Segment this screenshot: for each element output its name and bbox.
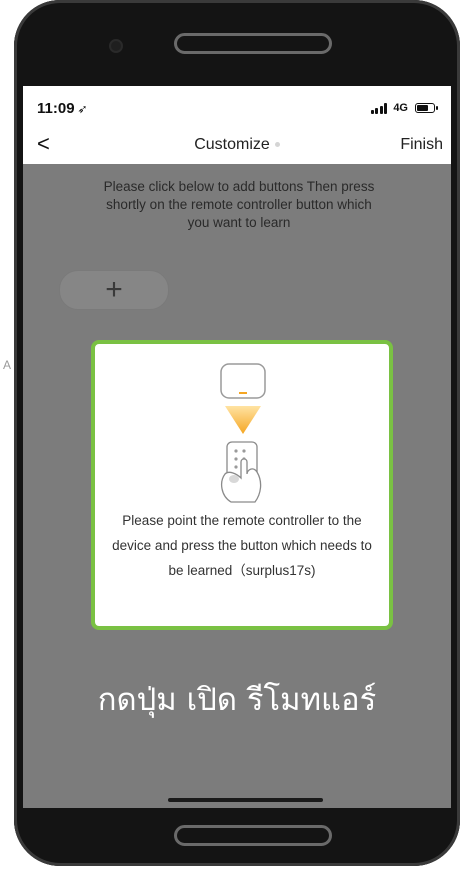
front-camera bbox=[109, 39, 123, 53]
top-speaker bbox=[174, 33, 332, 54]
location-arrow-icon: ➶ bbox=[77, 102, 88, 116]
learning-dialog: Please point the remote controller to th… bbox=[91, 340, 393, 630]
page-title: Customize bbox=[23, 136, 451, 154]
finish-button[interactable]: Finish bbox=[400, 136, 443, 154]
battery-icon bbox=[415, 103, 438, 113]
plus-icon: + bbox=[105, 273, 123, 306]
remote-pointing-at-device-icon bbox=[220, 363, 266, 503]
nav-bar: < Customize Finish bbox=[23, 128, 451, 164]
status-time: 11:09 ➶ bbox=[37, 100, 88, 117]
page-title-text: Customize bbox=[194, 136, 270, 153]
learning-dialog-body: Please point the remote controller to th… bbox=[95, 344, 389, 626]
thai-caption: กดปุ่ม เปิด รีโมทแอร์ bbox=[97, 682, 377, 718]
add-button[interactable]: + bbox=[59, 270, 169, 310]
time-text: 11:09 bbox=[37, 100, 75, 117]
bottom-speaker bbox=[174, 825, 332, 846]
signal-icon bbox=[370, 102, 388, 114]
status-icons: 4G bbox=[370, 102, 438, 114]
instructions-text: Please click below to add buttons Then p… bbox=[103, 179, 375, 230]
network-type: 4G bbox=[393, 102, 408, 114]
stray-letter: A bbox=[3, 358, 12, 372]
status-bar: 11:09 ➶ 4G bbox=[23, 86, 451, 128]
screen: 11:09 ➶ 4G < Customize Finish Please clic… bbox=[23, 86, 451, 808]
page: A 11:09 ➶ 4G < Customize Finish Please c… bbox=[0, 0, 467, 871]
home-indicator[interactable] bbox=[168, 798, 323, 802]
title-dot-icon bbox=[274, 142, 280, 148]
learning-dialog-message: Please point the remote controller to th… bbox=[112, 513, 372, 578]
app-header: 11:09 ➶ 4G < Customize Finish bbox=[23, 86, 451, 164]
